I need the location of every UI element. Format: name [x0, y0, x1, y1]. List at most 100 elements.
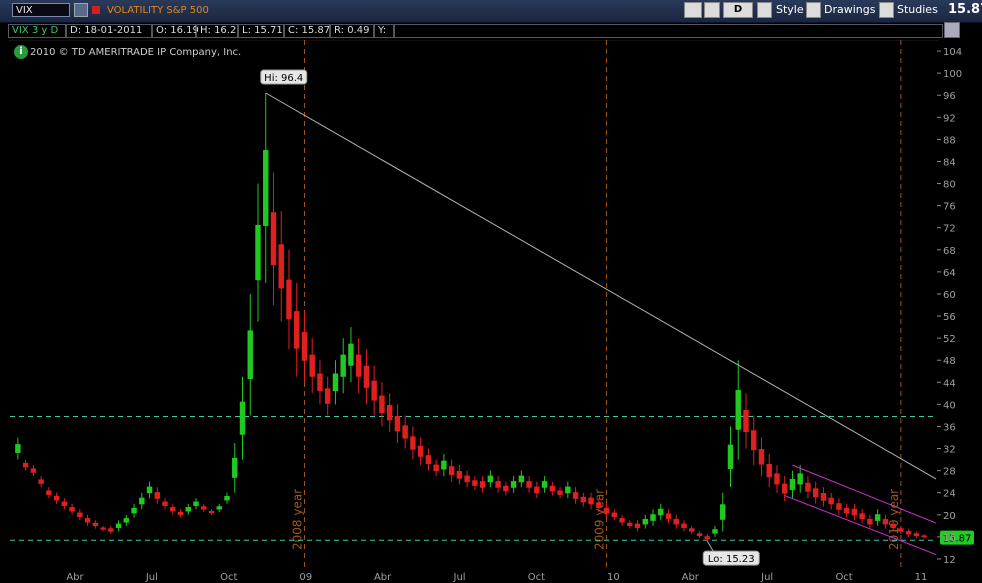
candle-body: [417, 445, 424, 457]
candle-body: [882, 518, 889, 525]
year-separator-label: 2008 year: [290, 489, 304, 550]
candle-body: [905, 531, 912, 535]
candle-body: [46, 490, 52, 495]
candle-body: [650, 514, 656, 521]
y-tick-label: 20: [943, 511, 956, 522]
y-tick-label: 52: [943, 334, 956, 345]
lo-annotation-leader: [706, 540, 714, 552]
candle-body: [464, 475, 470, 483]
candle-body: [766, 464, 772, 478]
candle-body: [185, 507, 191, 512]
candle-body: [549, 485, 556, 492]
lo-annotation: Lo: 15.23: [708, 554, 755, 565]
y-tick-label: 72: [943, 224, 956, 235]
candle-body: [371, 380, 377, 401]
candle-body: [232, 457, 238, 478]
candle-body: [69, 507, 75, 512]
candle-body: [789, 478, 796, 490]
candle-body: [720, 504, 726, 520]
candle-body: [611, 512, 618, 517]
candle-body: [727, 444, 734, 469]
candle-body: [425, 455, 432, 464]
candle-body: [286, 279, 292, 320]
candle-body: [820, 492, 827, 501]
x-tick-label: Jul: [145, 572, 158, 583]
candle-body: [410, 436, 416, 450]
candle-body: [836, 503, 842, 510]
candle-body: [61, 501, 68, 506]
candle-body: [332, 373, 339, 392]
y-tick-label: 104: [943, 47, 962, 58]
candle-body: [913, 533, 920, 536]
candle-body: [355, 354, 362, 377]
candle-body: [580, 496, 587, 503]
candle-body: [154, 492, 161, 499]
candle-body: [627, 522, 633, 527]
channel-lower-line: [784, 495, 937, 556]
candle-body: [565, 486, 571, 494]
candle-body: [278, 244, 284, 289]
candle-body: [100, 527, 106, 530]
x-tick-label: 09: [299, 572, 312, 583]
candle-body: [379, 395, 385, 414]
y-tick-label: 12: [943, 555, 956, 566]
candle-body: [921, 535, 927, 538]
y-tick-label: 100: [943, 69, 962, 80]
candle-body: [898, 528, 904, 532]
x-tick-label: 10: [607, 572, 620, 583]
candle-body: [30, 468, 37, 473]
candle-body: [224, 496, 230, 501]
candle-body: [851, 508, 858, 516]
x-tick-label: 11: [915, 572, 928, 583]
plot-top-border: [8, 40, 938, 41]
candle-body: [812, 488, 819, 498]
candle-body: [696, 533, 703, 536]
candle-body: [294, 311, 300, 349]
candle-body: [84, 518, 91, 523]
candle-body: [774, 473, 780, 485]
candle-body: [394, 415, 401, 432]
y-tick-label: 92: [943, 113, 956, 124]
candle-body: [139, 497, 145, 505]
x-tick-label: Jul: [453, 572, 466, 583]
candle-body: [743, 409, 749, 432]
candle-body: [665, 513, 672, 519]
candle-body: [843, 507, 850, 514]
candle-body: [534, 486, 540, 494]
candle-body: [526, 481, 532, 488]
y-tick-label: 32: [943, 445, 956, 456]
candle-body: [704, 536, 710, 540]
candle-body: [402, 425, 408, 439]
x-tick-label: Oct: [220, 572, 237, 583]
y-tick-label: 56: [943, 312, 956, 323]
y-tick-label: 80: [943, 180, 956, 191]
candle-body: [596, 502, 602, 508]
candle-body: [735, 390, 741, 430]
candle-body: [317, 373, 323, 392]
x-tick-label: Abr: [66, 572, 84, 583]
candle-body: [751, 430, 757, 451]
candle-body: [456, 470, 463, 479]
candle-body: [572, 492, 579, 499]
candle-body: [634, 523, 641, 529]
x-tick-label: Oct: [835, 572, 852, 583]
candle-body: [263, 149, 269, 226]
candle-body: [828, 497, 834, 505]
candle-body: [170, 507, 176, 512]
candle-body: [15, 444, 21, 453]
candle-body: [658, 508, 664, 516]
x-tick-label: Abr: [682, 572, 700, 583]
candle-body: [603, 507, 610, 514]
candle-body: [146, 486, 153, 494]
y-tick-label: 40: [943, 400, 956, 411]
candle-body: [867, 518, 873, 525]
candle-body: [712, 529, 718, 534]
candle-body: [433, 464, 439, 472]
price-chart[interactable]: 2008 year 2009 year 2010 year Hi: 96.4 Lo: …: [0, 0, 982, 583]
candle-body: [874, 514, 881, 521]
candle-body: [689, 528, 695, 532]
candle-body: [859, 513, 865, 519]
y-tick-label: 44: [943, 378, 956, 389]
candle-body: [386, 404, 393, 421]
candle-body: [557, 490, 563, 495]
